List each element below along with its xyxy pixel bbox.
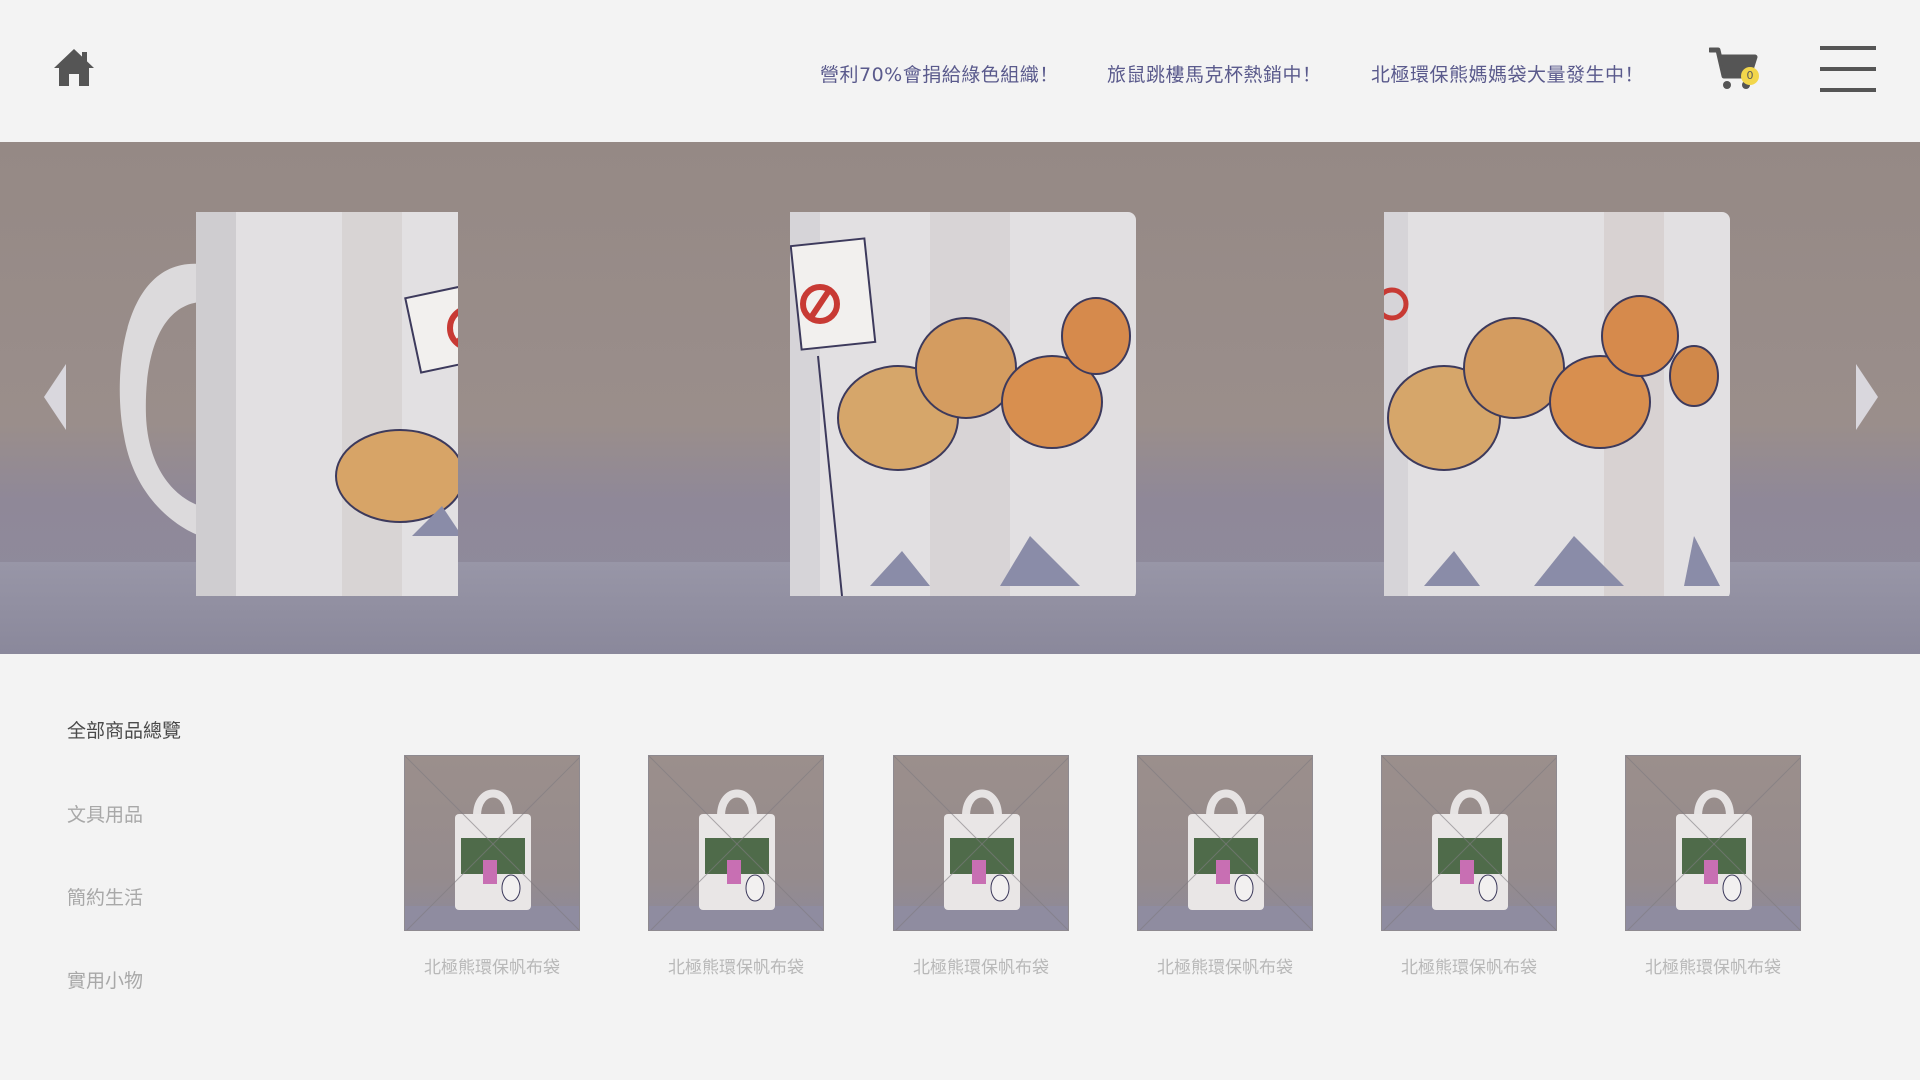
product-card[interactable]: 北極熊環保帆布袋 (1625, 755, 1801, 985)
product-thumbnail (893, 755, 1069, 931)
carousel-prev-button[interactable] (44, 364, 70, 430)
tote-bag-image (894, 756, 1068, 930)
product-card[interactable]: 北極熊環保帆布袋 (404, 755, 580, 985)
hamburger-menu-icon (1820, 46, 1876, 92)
carousel-mug-image (1384, 212, 1730, 596)
chevron-left-icon (44, 364, 66, 430)
tote-bag-image (1626, 756, 1800, 930)
tote-bag-image (649, 756, 823, 930)
product-card[interactable]: 北極熊環保帆布袋 (1137, 755, 1313, 985)
product-thumbnail (1625, 755, 1801, 931)
tote-bag-image (405, 756, 579, 930)
home-button[interactable] (52, 46, 96, 90)
product-thumbnail (1381, 755, 1557, 931)
menu-button[interactable] (1820, 46, 1876, 92)
tote-bag-image (1138, 756, 1312, 930)
product-name: 北極熊環保帆布袋 (668, 958, 804, 978)
product-name: 北極熊環保帆布袋 (1645, 958, 1781, 978)
product-name: 北極熊環保帆布袋 (1157, 958, 1293, 978)
hero-carousel (0, 142, 1920, 654)
chevron-right-icon (1856, 364, 1878, 430)
sidebar-item-simple-living[interactable]: 簡約生活 (67, 883, 143, 910)
product-name: 北極熊環保帆布袋 (1401, 958, 1537, 978)
product-name: 北極熊環保帆布袋 (913, 958, 1049, 978)
nav-link-polar-bear-bag[interactable]: 北極環保熊媽媽袋大量發生中！ (1371, 60, 1644, 87)
carousel-next-button[interactable] (1852, 364, 1878, 430)
product-card[interactable]: 北極熊環保帆布袋 (648, 755, 824, 985)
sidebar-item-accessories[interactable]: 實用小物 (67, 966, 143, 993)
cart-count-badge: 0 (1741, 67, 1759, 85)
nav-link-donation[interactable]: 營利70%會捐給綠色組織！ (820, 60, 1059, 87)
product-thumbnail (404, 755, 580, 931)
sidebar-item-all-products[interactable]: 全部商品總覽 (67, 716, 181, 743)
product-card[interactable]: 北極熊環保帆布袋 (1381, 755, 1557, 985)
product-name: 北極熊環保帆布袋 (424, 958, 560, 978)
site-header: 營利70%會捐給綠色組織！ 旅鼠跳樓馬克杯熱銷中！ 北極環保熊媽媽袋大量發生中！… (0, 0, 1920, 142)
product-thumbnail (648, 755, 824, 931)
sidebar-item-stationery[interactable]: 文具用品 (67, 800, 143, 827)
carousel-mug-image (119, 212, 458, 596)
carousel-mug-image (790, 212, 1136, 596)
product-card[interactable]: 北極熊環保帆布袋 (893, 755, 1069, 985)
nav-link-lemming-mug[interactable]: 旅鼠跳樓馬克杯熱銷中！ (1107, 60, 1322, 87)
home-icon (54, 49, 94, 86)
tote-bag-image (1382, 756, 1556, 930)
product-thumbnail (1137, 755, 1313, 931)
